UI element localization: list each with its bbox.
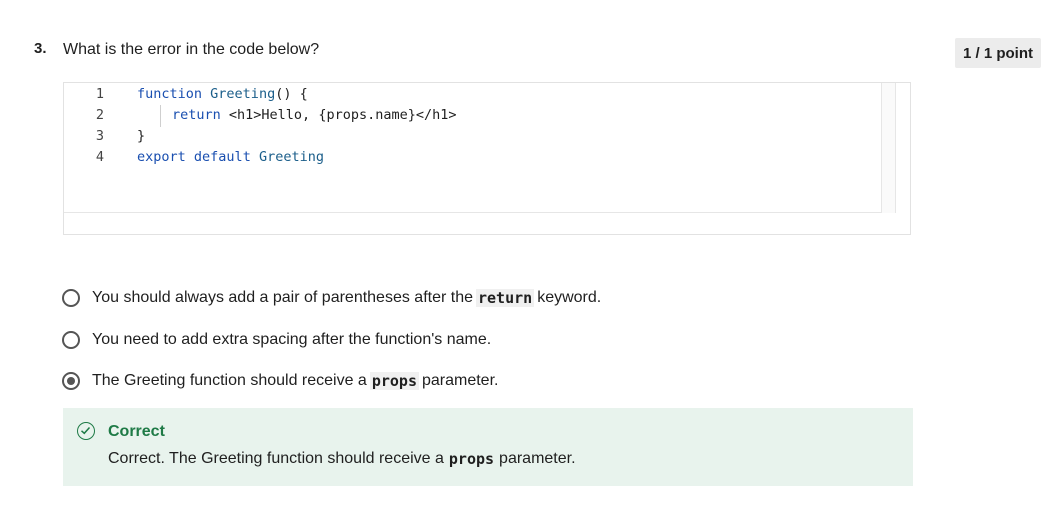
code-line: 1 function Greeting() {: [64, 86, 864, 107]
inline-code: props: [448, 450, 495, 468]
code-keyword: function: [137, 86, 203, 102]
answer-option-2[interactable]: You need to add extra spacing after the …: [62, 327, 491, 353]
code-line: 4 export default Greeting: [64, 149, 864, 170]
answer-option-1[interactable]: You should always add a pair of parenthe…: [62, 285, 601, 311]
question-text: What is the error in the code below?: [63, 41, 320, 58]
code-scrollbar[interactable]: [881, 83, 895, 213]
code-line: 3 }: [64, 128, 864, 149]
inline-code: return: [476, 289, 535, 307]
feedback-text: Correct. The Greeting function should re…: [108, 450, 576, 468]
code-keyword: default: [193, 149, 251, 165]
feedback-panel: Correct Correct. The Greeting function s…: [63, 408, 913, 486]
radio-button[interactable]: [62, 289, 80, 307]
code-keyword: return: [172, 107, 221, 123]
line-number: 3: [95, 128, 105, 144]
points-badge: 1 / 1 point: [955, 38, 1041, 68]
line-number: 4: [95, 149, 105, 165]
line-number: 1: [95, 86, 105, 102]
code-line: 2 return <h1>Hello, {props.name}</h1>: [64, 107, 864, 128]
question-number: 3.: [34, 40, 47, 57]
inline-code: props: [369, 372, 419, 390]
radio-button-selected[interactable]: [62, 372, 80, 390]
code-identifier: Greeting: [258, 149, 324, 165]
check-circle-icon: [77, 422, 95, 440]
answer-option-3[interactable]: The Greeting function should receive a p…: [62, 368, 498, 394]
feedback-title: Correct: [108, 423, 165, 440]
code-identifier: Greeting: [210, 86, 276, 102]
radio-button[interactable]: [62, 331, 80, 349]
line-number: 2: [95, 107, 105, 123]
code-keyword: export: [137, 149, 186, 165]
code-block: 1 function Greeting() { 2 return <h1>Hel…: [63, 82, 911, 235]
code-editor: 1 function Greeting() { 2 return <h1>Hel…: [64, 83, 896, 213]
